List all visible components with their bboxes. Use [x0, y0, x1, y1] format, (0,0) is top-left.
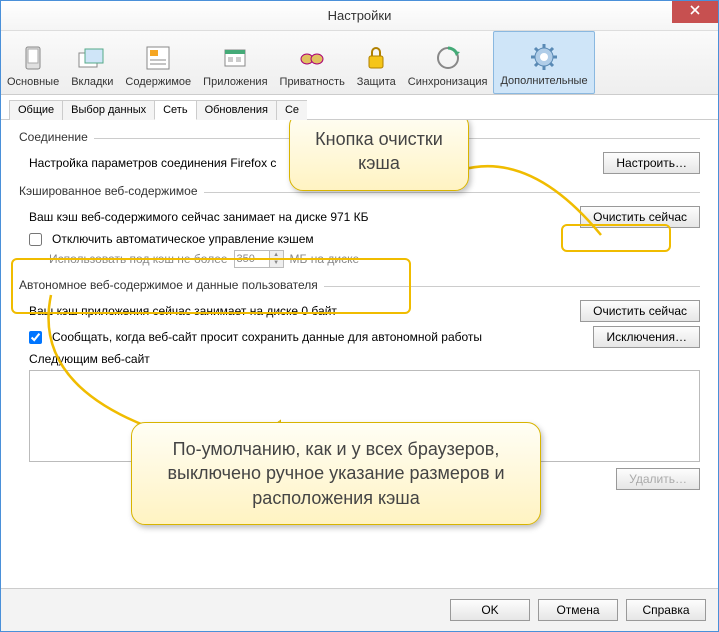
toolbar-content[interactable]: Содержимое: [119, 31, 197, 94]
cache-group: Кэшированное веб-содержимое Ваш кэш веб-…: [19, 184, 700, 268]
titlebar: Настройки: [1, 1, 718, 31]
ok-button[interactable]: OK: [450, 599, 530, 621]
disable-auto-cache-label: Отключить автоматическое управление кэше…: [52, 232, 314, 246]
apps-icon: [219, 42, 251, 74]
close-icon: [690, 5, 700, 15]
spinner-icon[interactable]: ▲▼: [269, 251, 283, 267]
offline-title: Автономное веб-содержимое и данные польз…: [19, 278, 700, 294]
toolbar-label: Синхронизация: [408, 76, 488, 88]
category-toolbar: Основные Вкладки Содержимое Приложения П…: [1, 31, 718, 95]
lock-icon: [360, 42, 392, 74]
tab-data-choices[interactable]: Выбор данных: [62, 100, 155, 120]
tab-updates[interactable]: Обновления: [196, 100, 277, 120]
network-pane: Соединение Настройка параметров соединен…: [1, 120, 718, 588]
toolbar-advanced[interactable]: Дополнительные: [493, 31, 594, 94]
toolbar-label: Вкладки: [71, 76, 113, 88]
cache-size-prefix: Использовать под кэш не более: [49, 252, 228, 266]
tab-network[interactable]: Сеть: [154, 100, 196, 120]
tab-certificates-truncated[interactable]: Се: [276, 100, 307, 120]
clear-offline-button[interactable]: Очистить сейчас: [580, 300, 700, 322]
toolbar-label: Содержимое: [125, 76, 191, 88]
annotation-callout-top: Кнопка очистки кэша: [289, 120, 469, 191]
configure-button[interactable]: Настроить…: [603, 152, 700, 174]
tabs-icon: [76, 42, 108, 74]
offline-list-label: Следующим веб-сайт: [29, 352, 150, 366]
toolbar-label: Приватность: [280, 76, 345, 88]
cancel-button[interactable]: Отмена: [538, 599, 618, 621]
general-icon: [17, 42, 49, 74]
toolbar-security[interactable]: Защита: [351, 31, 402, 94]
annotation-callout-bottom: По-умолчанию, как и у всех браузеров, вы…: [131, 422, 541, 525]
toolbar-label: Основные: [7, 76, 59, 88]
close-button[interactable]: [672, 1, 718, 23]
privacy-icon: [296, 42, 328, 74]
sync-icon: [432, 42, 464, 74]
window-title: Настройки: [328, 8, 392, 23]
toolbar-label: Приложения: [203, 76, 267, 88]
exceptions-button[interactable]: Исключения…: [593, 326, 700, 348]
delete-button[interactable]: Удалить…: [616, 468, 700, 490]
toolbar-sync[interactable]: Синхронизация: [402, 31, 494, 94]
gear-icon: [528, 41, 560, 73]
toolbar-general[interactable]: Основные: [1, 31, 65, 94]
connection-desc: Настройка параметров соединения Firefox …: [29, 156, 276, 170]
help-button[interactable]: Справка: [626, 599, 706, 621]
toolbar-label: Дополнительные: [500, 75, 587, 87]
toolbar-privacy[interactable]: Приватность: [274, 31, 351, 94]
toolbar-label: Защита: [357, 76, 396, 88]
content-icon: [142, 42, 174, 74]
cache-size-input[interactable]: 350 ▲▼: [234, 250, 284, 268]
notify-offline-label: Сообщать, когда веб-сайт просит сохранит…: [52, 330, 482, 344]
toolbar-apps[interactable]: Приложения: [197, 31, 273, 94]
cache-status: Ваш кэш веб-содержимого сейчас занимает …: [29, 210, 369, 224]
disable-auto-cache-checkbox[interactable]: [29, 233, 42, 246]
settings-window: Настройки Основные Вкладки Содержимо: [0, 0, 719, 632]
clear-cache-button[interactable]: Очистить сейчас: [580, 206, 700, 228]
toolbar-tabs[interactable]: Вкладки: [65, 31, 119, 94]
tab-general[interactable]: Общие: [9, 100, 63, 120]
cache-size-suffix: МБ на диске: [290, 252, 360, 266]
offline-status: Ваш кэш приложения сейчас занимает на ди…: [29, 304, 337, 318]
sub-tabs: Общие Выбор данных Сеть Обновления Се: [1, 95, 718, 120]
notify-offline-checkbox[interactable]: [29, 331, 42, 344]
dialog-footer: OK Отмена Справка: [1, 588, 718, 631]
